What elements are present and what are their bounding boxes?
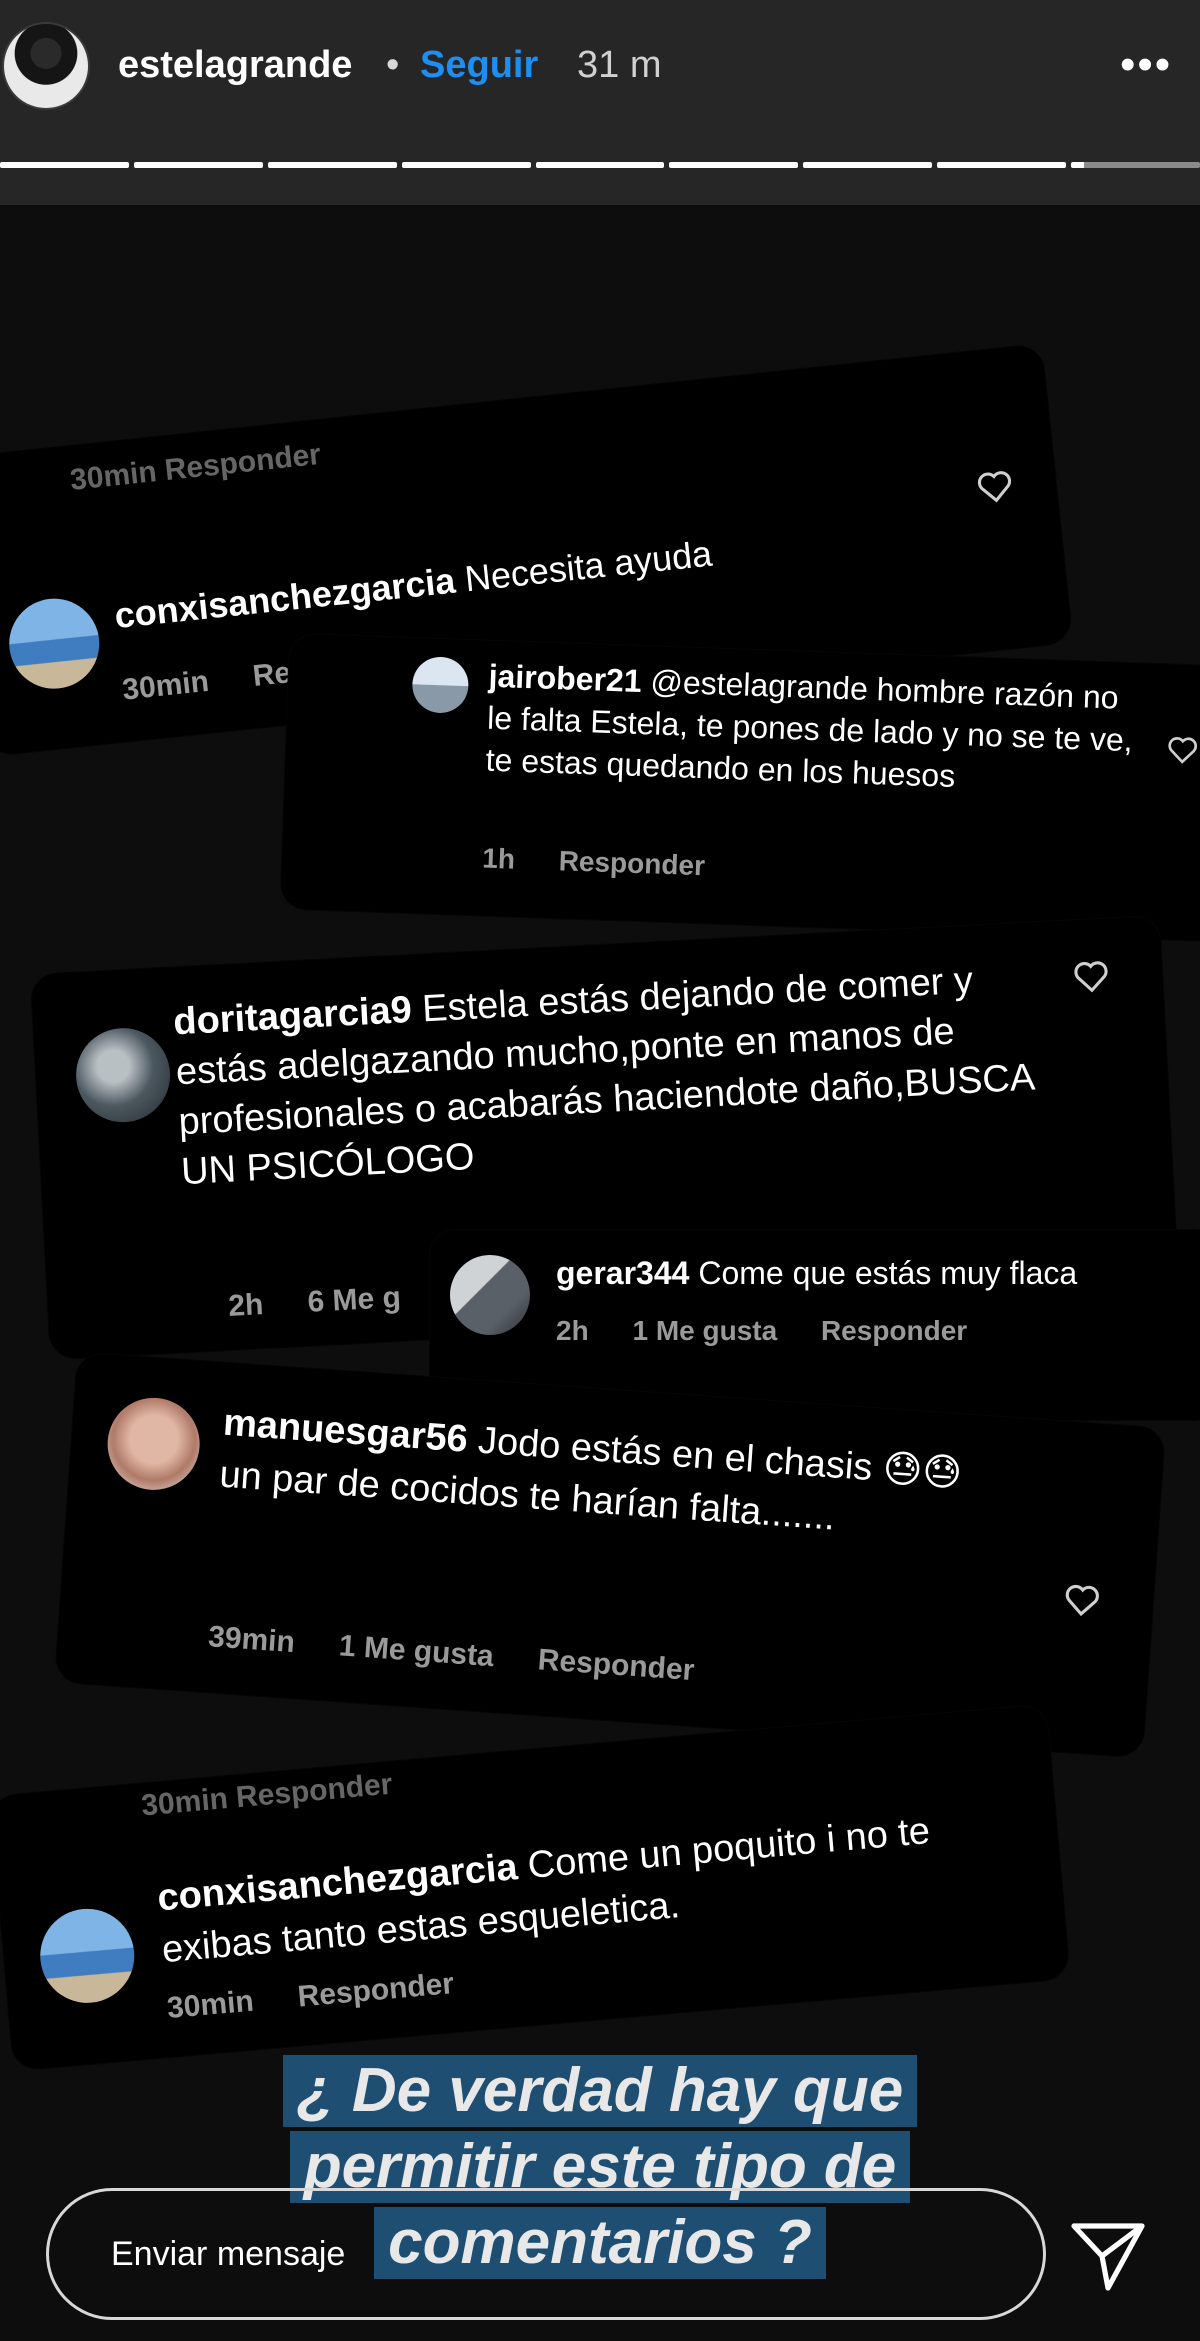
avatar[interactable] bbox=[4, 594, 104, 694]
comment-text: conxisanchezgarcia Necesita ayuda bbox=[112, 502, 972, 640]
comment-username[interactable]: gerar344 bbox=[556, 1255, 689, 1291]
progress-segment bbox=[937, 162, 1067, 168]
comment-time: 30min bbox=[165, 1984, 255, 2026]
progress-segment bbox=[133, 162, 263, 168]
comment-meta: 30min Responder bbox=[166, 1964, 491, 2026]
like-count[interactable]: 6 Me g bbox=[307, 1281, 402, 1319]
progress-segment bbox=[267, 162, 397, 168]
caption-line-1: ¿ De verdad hay que bbox=[282, 2055, 918, 2127]
comment-body: Necesita ayuda bbox=[462, 532, 714, 600]
heart-icon[interactable] bbox=[1166, 734, 1199, 765]
avatar[interactable] bbox=[411, 655, 470, 714]
comment-time: 39min bbox=[207, 1620, 296, 1660]
heart-icon[interactable] bbox=[1071, 958, 1111, 994]
reply-button[interactable]: Responder bbox=[296, 1967, 455, 2014]
like-count[interactable]: 1 Me gusta bbox=[632, 1315, 777, 1346]
comment-username[interactable]: conxisanchezgarcia bbox=[113, 560, 458, 637]
comment-text: manuesgar56 Jodo estás en el chasis 😓😓 u… bbox=[218, 1397, 1003, 1555]
comment-text: doritagarcia9 Estela estás dejando de co… bbox=[172, 952, 1041, 1197]
story-content[interactable]: 30min Responder conxisanchezgarcia Neces… bbox=[0, 205, 1200, 2341]
send-message-input[interactable]: Enviar mensaje bbox=[46, 2188, 1046, 2320]
ghost-meta: 30min Responder bbox=[139, 1767, 394, 1823]
reply-button[interactable]: Responder bbox=[537, 1643, 696, 1687]
send-paper-plane-icon[interactable] bbox=[1068, 2218, 1148, 2294]
comment-card-6: 30min Responder conxisanchezgarcia Come … bbox=[0, 1704, 1070, 2071]
avatar[interactable] bbox=[36, 1904, 139, 2007]
progress-segment bbox=[0, 162, 129, 168]
comment-card-2: jairober21 @estelagrande hombre razón no… bbox=[280, 633, 1200, 942]
comment-time: 2h bbox=[227, 1288, 265, 1323]
ghost-meta: 30min Responder bbox=[68, 437, 323, 498]
avatar[interactable] bbox=[104, 1394, 203, 1493]
separator-dot: • bbox=[386, 44, 400, 86]
heart-icon[interactable] bbox=[974, 468, 1015, 506]
follow-button[interactable]: Seguir bbox=[420, 44, 538, 87]
avatar[interactable] bbox=[73, 1025, 173, 1125]
comment-text: gerar344 Come que estás muy flaca bbox=[556, 1252, 1200, 1294]
story-progress-bar bbox=[0, 162, 1200, 168]
comment-time: 30min bbox=[120, 664, 211, 707]
more-horizontal-icon[interactable]: ••• bbox=[1120, 40, 1172, 90]
comment-text: jairober21 @estelagrande hombre razón no… bbox=[485, 655, 1139, 804]
emoji: 😓😓 bbox=[881, 1447, 964, 1496]
progress-segment bbox=[803, 162, 933, 168]
progress-segment bbox=[535, 162, 665, 168]
heart-icon[interactable] bbox=[1062, 1582, 1102, 1619]
comment-body: Come que estás muy flaca bbox=[698, 1255, 1078, 1291]
message-placeholder: Enviar mensaje bbox=[111, 2235, 346, 2273]
like-count[interactable]: 1 Me gusta bbox=[338, 1629, 495, 1673]
progress-segment bbox=[401, 162, 531, 168]
reply-button[interactable]: Responder bbox=[821, 1315, 967, 1346]
comment-text: conxisanchezgarcia Come un poquito i no … bbox=[155, 1803, 961, 1976]
comment-username[interactable]: doritagarcia9 bbox=[172, 989, 413, 1043]
avatar[interactable] bbox=[2, 22, 90, 110]
comment-username[interactable]: manuesgar56 bbox=[222, 1402, 469, 1461]
avatar[interactable] bbox=[450, 1255, 530, 1335]
progress-segment-current bbox=[1071, 162, 1200, 168]
story-header: estelagrande • Seguir 31 m ••• bbox=[0, 0, 1200, 205]
reply-button[interactable]: Responder bbox=[558, 845, 705, 881]
comment-meta: 1h Responder bbox=[482, 843, 742, 884]
comment-meta: 2h 6 Me g bbox=[227, 1279, 437, 1324]
comment-time: 2h bbox=[556, 1315, 589, 1346]
story-time: 31 m bbox=[577, 44, 662, 86]
comment-meta: 2h 1 Me gusta Responder bbox=[556, 1315, 1003, 1347]
comment-time: 1h bbox=[481, 842, 516, 875]
comment-username[interactable]: jairober21 bbox=[488, 658, 642, 699]
progress-segment bbox=[669, 162, 799, 168]
comment-meta: 39min 1 Me gusta Responder bbox=[207, 1620, 731, 1690]
story-username[interactable]: estelagrande bbox=[118, 44, 352, 87]
